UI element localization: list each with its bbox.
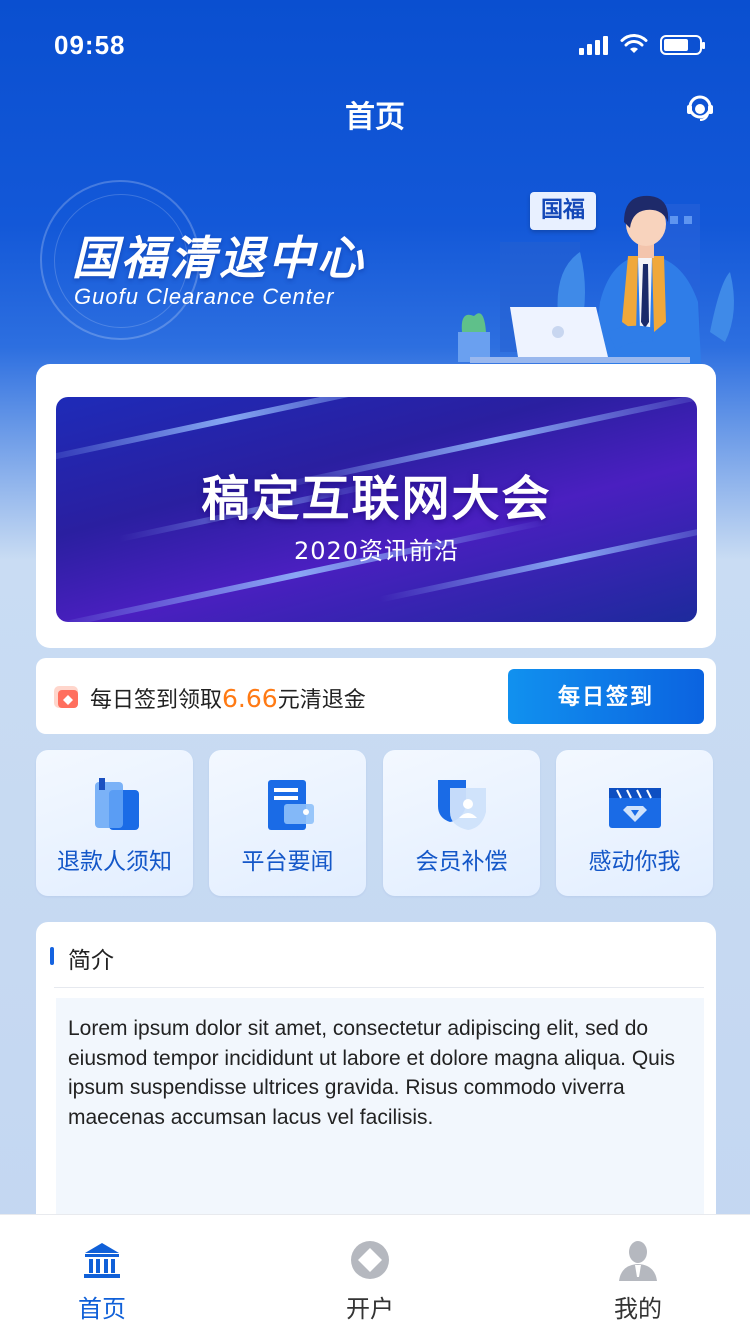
wifi-icon xyxy=(620,34,648,53)
page-title: 首页 xyxy=(345,100,405,135)
checkin-suffix: 元清退金 xyxy=(277,688,366,713)
guofu-tag: 国福 xyxy=(530,192,596,230)
intro-title: 简介 xyxy=(68,948,114,974)
status-icons xyxy=(579,34,705,56)
section-marker xyxy=(50,947,54,965)
checkin-text: 每日签到领取6.66元清退金 xyxy=(90,682,366,714)
intro-body: Lorem ipsum dolor sit amet, consectetur … xyxy=(56,998,704,1222)
tile-label: 退款人须知 xyxy=(57,849,172,875)
divider xyxy=(54,987,704,988)
open-account-icon xyxy=(351,1241,389,1279)
tab-label: 开户 xyxy=(346,1295,394,1323)
status-time: 09:58 xyxy=(54,30,126,60)
banner-subtitle: 2020资讯前沿 xyxy=(293,537,460,565)
diamond-card-icon xyxy=(608,788,661,828)
tile-touching-stories[interactable]: 感动你我 xyxy=(556,750,713,896)
gift-icon xyxy=(54,686,78,708)
daily-checkin-button[interactable]: 每日签到 xyxy=(508,669,704,724)
intro-card: 简介 Lorem ipsum dolor sit amet, consectet… xyxy=(36,922,716,1222)
customer-service-icon[interactable] xyxy=(684,92,716,124)
promo-banner[interactable]: 稿定互联网大会 2020资讯前沿 xyxy=(56,397,697,622)
status-bar: 09:58 xyxy=(0,0,750,92)
checkin-prefix: 每日签到领取 xyxy=(90,688,223,713)
bank-icon xyxy=(84,1243,120,1278)
tab-label: 我的 xyxy=(614,1295,662,1323)
checkin-amount: 6.66 xyxy=(222,684,278,713)
member-shield-icon xyxy=(437,780,486,830)
hero-title: 国福清退中心 xyxy=(72,231,366,285)
user-icon xyxy=(619,1241,657,1281)
banner-card: 稿定互联网大会 2020资讯前沿 xyxy=(36,364,716,648)
battery-icon xyxy=(660,35,705,55)
notice-book-icon xyxy=(94,778,139,830)
signal-icon xyxy=(579,35,608,55)
tab-open-account[interactable]: 开户 xyxy=(290,1215,450,1338)
tile-label: 平台要闻 xyxy=(241,849,334,875)
tab-home[interactable]: 首页 xyxy=(22,1215,182,1338)
tile-member-compensation[interactable]: 会员补偿 xyxy=(383,750,540,896)
tile-platform-news[interactable]: 平台要闻 xyxy=(209,750,366,896)
banner-title: 稿定互联网大会 xyxy=(201,471,552,527)
daily-checkin-bar: 每日签到领取6.66元清退金 每日签到 xyxy=(36,658,716,734)
tab-mine[interactable]: 我的 xyxy=(558,1215,718,1338)
tab-label: 首页 xyxy=(78,1295,126,1323)
news-document-icon xyxy=(267,780,314,830)
tab-bar: 首页 开户 我的 xyxy=(0,1214,750,1338)
hero-subtitle: Guofu Clearance Center xyxy=(74,284,335,309)
tile-refund-notice[interactable]: 退款人须知 xyxy=(36,750,193,896)
tile-label: 感动你我 xyxy=(588,849,681,875)
tile-label: 会员补偿 xyxy=(415,849,508,875)
